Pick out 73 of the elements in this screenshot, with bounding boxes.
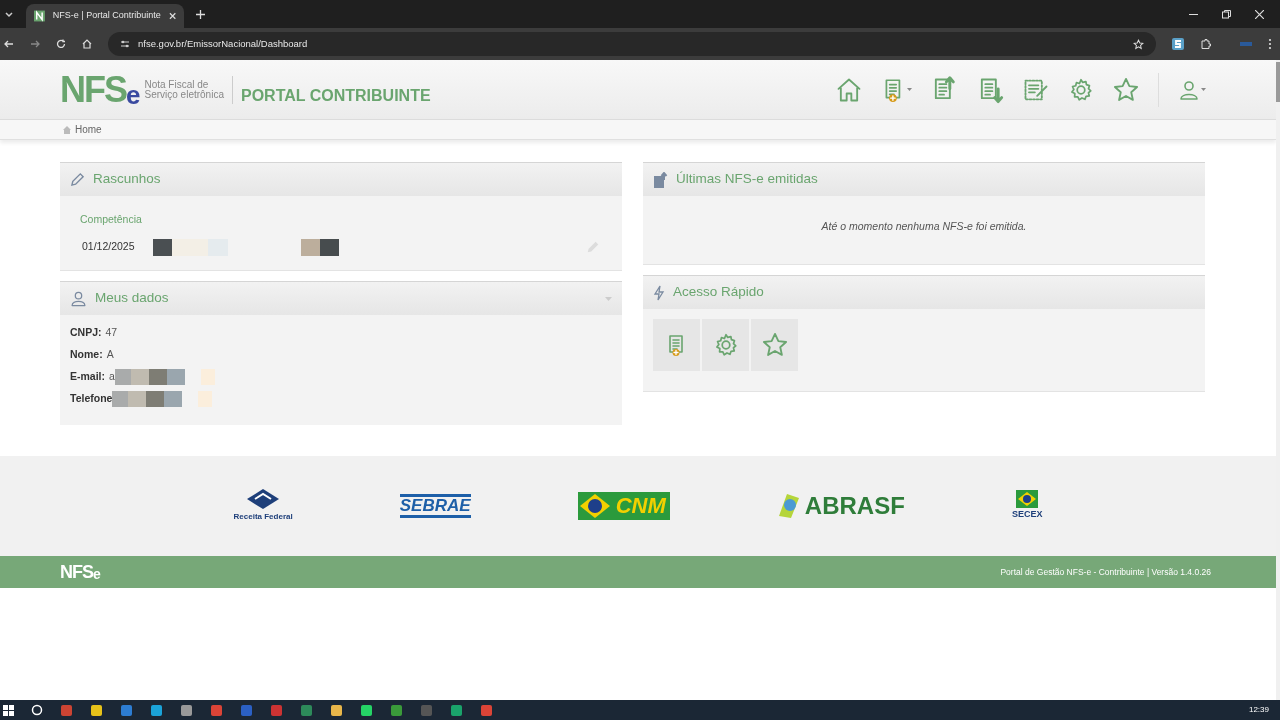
app-icon[interactable] xyxy=(150,703,163,717)
field-label: Telefone xyxy=(70,391,113,407)
document-upload-icon xyxy=(653,171,668,188)
pencil-icon xyxy=(70,172,85,187)
app-icon[interactable] xyxy=(300,703,313,717)
back-icon[interactable] xyxy=(4,39,14,49)
nfse-logo[interactable]: NFSe xyxy=(60,71,141,108)
home-icon[interactable] xyxy=(82,39,92,49)
site-icon xyxy=(34,10,45,22)
tab-title: NFS-e | Portal Contribuinte xyxy=(52,9,161,23)
partner-logo[interactable]: Receita Federal xyxy=(233,489,293,523)
reload-icon[interactable] xyxy=(56,39,66,49)
home-icon xyxy=(63,125,71,134)
forward-icon[interactable] xyxy=(30,39,40,49)
app-icon[interactable] xyxy=(180,703,193,717)
extension-icon[interactable] xyxy=(1172,38,1184,50)
scrollbar-thumb[interactable] xyxy=(1276,62,1280,102)
app-icon[interactable] xyxy=(120,703,133,717)
app-icon[interactable] xyxy=(90,703,103,717)
settings-button[interactable] xyxy=(702,319,749,371)
partner-logo[interactable]: ABRASF xyxy=(776,488,905,524)
menu-icon[interactable] xyxy=(1268,38,1272,50)
field-label: E-mail: xyxy=(70,369,105,385)
column-header: Competência xyxy=(80,213,142,225)
flag-icon xyxy=(577,492,612,520)
caret-icon[interactable] xyxy=(1201,87,1206,92)
field-label: Nome: xyxy=(70,347,103,363)
bookmark-star-icon[interactable] xyxy=(1133,38,1144,50)
emblem-icon xyxy=(776,492,801,520)
flag-icon xyxy=(1016,490,1039,509)
url-text: nfse.gov.br/EmissorNacional/Dashboard xyxy=(138,36,308,51)
empty-message: Até o momento nenhuma NFS-e foi emitida. xyxy=(821,219,1027,234)
partner-logo[interactable]: SECEX xyxy=(1011,490,1043,522)
close-icon[interactable] xyxy=(168,12,176,20)
user-icon xyxy=(70,290,87,307)
draft-row[interactable]: 01/12/2025 xyxy=(62,232,620,262)
app-icon[interactable] xyxy=(450,703,463,717)
windows-start-icon[interactable] xyxy=(3,704,14,716)
favorites-button[interactable] xyxy=(751,319,798,371)
panel-title: Últimas NFS-e emitidas xyxy=(676,170,818,189)
field-label: CNPJ: xyxy=(70,325,102,341)
footer-logo: NFSe xyxy=(60,563,101,581)
field-value: A xyxy=(106,347,114,363)
puzzle-icon[interactable] xyxy=(1200,38,1212,50)
site-settings-icon[interactable] xyxy=(120,39,130,49)
version-text: Portal de Gestão NFS-e - Contribuinte | Versão 1.4.0.26 xyxy=(1000,565,1211,579)
settings-icon[interactable] xyxy=(1068,76,1094,103)
star-icon xyxy=(760,331,789,359)
restore-icon[interactable] xyxy=(1222,10,1231,19)
new-tab-icon[interactable] xyxy=(196,10,205,19)
tab-list-icon[interactable] xyxy=(4,11,14,19)
panel-title: Rascunhos xyxy=(93,170,161,189)
field-value: a xyxy=(109,369,115,385)
app-icon[interactable] xyxy=(330,703,343,717)
portal-title: PORTAL CONTRIBUINTE xyxy=(240,85,431,106)
app-icon[interactable] xyxy=(360,703,373,717)
panel-title: Acesso Rápido xyxy=(673,283,764,302)
table-cell: 01/12/2025 xyxy=(82,239,135,255)
app-icon[interactable] xyxy=(390,703,403,717)
search-icon[interactable] xyxy=(31,704,43,716)
browser-tab[interactable]: NFS-e | Portal Contribuinte xyxy=(26,4,184,28)
new-invoice-button[interactable] xyxy=(653,319,700,371)
caret-icon[interactable] xyxy=(907,87,912,92)
panel-title: Meus dados xyxy=(95,289,169,308)
clock: 12:39 xyxy=(1248,704,1269,716)
partner-logo[interactable]: SEBRAE xyxy=(399,494,471,518)
close-icon[interactable] xyxy=(1255,10,1264,19)
breadcrumb-link[interactable]: Home xyxy=(75,122,102,137)
field-value: 47 xyxy=(105,325,118,341)
address-bar[interactable]: nfse.gov.br/EmissorNacional/Dashboard xyxy=(108,32,1156,56)
logo-subtitle: Nota Fiscal de Serviço eletrônica xyxy=(144,75,233,104)
star-icon[interactable] xyxy=(1112,75,1140,104)
lightning-icon xyxy=(653,284,665,301)
